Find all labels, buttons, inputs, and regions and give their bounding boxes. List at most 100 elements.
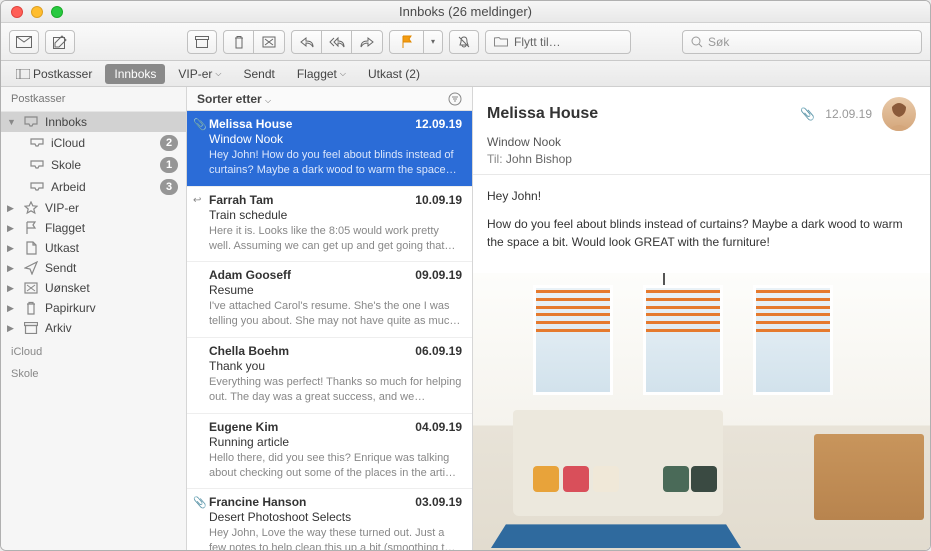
chevron-down-icon: ⌵ bbox=[340, 69, 346, 79]
message-list: 📎Melissa House12.09.19Window NookHey Joh… bbox=[187, 111, 472, 550]
sidebar-item-utkast[interactable]: ▶Utkast bbox=[1, 238, 186, 258]
move-to-label: Flytt til… bbox=[514, 35, 561, 49]
fav-flagged-label: Flagget bbox=[297, 67, 337, 81]
disclosure-triangle[interactable]: ▶ bbox=[7, 243, 17, 254]
message-item[interactable]: Adam Gooseff09.09.19ResumeI've attached … bbox=[187, 262, 472, 338]
sidebar-account-skole[interactable]: Skole bbox=[1, 360, 186, 382]
filter-icon[interactable] bbox=[448, 92, 462, 106]
move-to-dropdown[interactable]: Flytt til… bbox=[485, 30, 631, 54]
archive-icon bbox=[23, 322, 39, 334]
message-date: 12.09.19 bbox=[415, 117, 462, 131]
reply-icon bbox=[300, 36, 314, 48]
message-item[interactable]: 📎Melissa House12.09.19Window NookHey Joh… bbox=[187, 111, 472, 187]
sidebar-item-label: Skole bbox=[51, 158, 154, 172]
doc-icon bbox=[23, 241, 39, 255]
disclosure-triangle[interactable]: ▼ bbox=[7, 117, 17, 127]
attachment-icon: 📎 bbox=[800, 107, 815, 121]
sidebar-item-innboks[interactable]: ▼ Innboks bbox=[1, 112, 186, 132]
message-item[interactable]: ↩Farrah Tam10.09.19Train scheduleHere it… bbox=[187, 187, 472, 263]
preview-body: Hey John! How do you feel about blinds i… bbox=[473, 175, 930, 273]
sort-row[interactable]: Sorter etter ⌵ bbox=[187, 87, 472, 111]
preview-pane: Melissa House 📎 12.09.19 Window Nook Til… bbox=[473, 87, 930, 550]
sidebar-item-label: Arkiv bbox=[45, 321, 178, 335]
junk-button[interactable] bbox=[254, 31, 284, 53]
fav-inbox[interactable]: Innboks bbox=[105, 64, 165, 84]
search-placeholder: Søk bbox=[708, 35, 729, 49]
sender-avatar[interactable] bbox=[882, 97, 916, 131]
fav-flagged[interactable]: Flagget ⌵ bbox=[288, 64, 355, 84]
message-subject: Resume bbox=[209, 283, 462, 297]
flag-group: ▾ bbox=[389, 30, 443, 54]
reply-all-button[interactable] bbox=[322, 31, 352, 53]
fav-mailboxes[interactable]: Postkasser bbox=[7, 64, 101, 84]
fav-mailboxes-label: Postkasser bbox=[33, 67, 92, 81]
compose-button[interactable] bbox=[45, 30, 75, 54]
sidebar-item-arbeid[interactable]: Arbeid 3 bbox=[1, 176, 186, 198]
flag-button[interactable] bbox=[390, 31, 424, 53]
message-from: Chella Boehm bbox=[209, 344, 289, 358]
favorites-bar: Postkasser Innboks VIP-er ⌵ Sendt Flagge… bbox=[1, 61, 930, 87]
star-icon bbox=[23, 201, 39, 215]
envelope-icon bbox=[16, 36, 32, 48]
sidebar-item-sendt[interactable]: ▶Sendt bbox=[1, 258, 186, 278]
trash-icon bbox=[23, 301, 39, 315]
sidebar-item-vip-er[interactable]: ▶VIP-er bbox=[1, 198, 186, 218]
sidebar-item-label: Arbeid bbox=[51, 180, 154, 194]
message-item[interactable]: Eugene Kim04.09.19Running articleHello t… bbox=[187, 414, 472, 490]
fav-vip-label: VIP-er bbox=[178, 67, 212, 81]
mailboxes-icon bbox=[16, 69, 30, 79]
sidebar-item-label: Innboks bbox=[45, 115, 178, 129]
disclosure-triangle[interactable]: ▶ bbox=[7, 223, 17, 234]
disclosure-triangle[interactable]: ▶ bbox=[7, 323, 17, 334]
unread-badge: 2 bbox=[160, 135, 178, 151]
sidebar-account-icloud[interactable]: iCloud bbox=[1, 338, 186, 360]
preview-to: Til: John Bishop bbox=[487, 152, 916, 166]
message-subject: Train schedule bbox=[209, 208, 462, 222]
message-subject: Desert Photoshoot Selects bbox=[209, 510, 462, 524]
search-field[interactable]: Søk bbox=[682, 30, 922, 54]
flag-menu-button[interactable]: ▾ bbox=[424, 31, 442, 53]
delete-button[interactable] bbox=[224, 31, 254, 53]
fav-drafts[interactable]: Utkast (2) bbox=[359, 64, 429, 84]
reply-button[interactable] bbox=[292, 31, 322, 53]
body-para-1: Hey John! bbox=[487, 187, 916, 205]
flag-icon bbox=[401, 35, 413, 49]
message-date: 04.09.19 bbox=[415, 420, 462, 434]
attachment-icon: 📎 bbox=[193, 118, 207, 131]
sidebar-item-arkiv[interactable]: ▶ Arkiv bbox=[1, 318, 186, 338]
sidebar-item-uønsket[interactable]: ▶Uønsket bbox=[1, 278, 186, 298]
fav-vip[interactable]: VIP-er ⌵ bbox=[169, 64, 230, 84]
unread-badge: 3 bbox=[160, 179, 178, 195]
archive-button[interactable] bbox=[187, 30, 217, 54]
message-item[interactable]: Chella Boehm06.09.19Thank youEverything … bbox=[187, 338, 472, 414]
plane-icon bbox=[23, 261, 39, 275]
message-subject: Running article bbox=[209, 435, 462, 449]
sidebar-list: ▼InnboksiCloud2Skole1Arbeid3▶VIP-er▶Flag… bbox=[1, 112, 186, 550]
get-mail-button[interactable] bbox=[9, 30, 39, 54]
sidebar-item-icloud[interactable]: iCloud 2 bbox=[1, 132, 186, 154]
disclosure-triangle[interactable]: ▶ bbox=[7, 303, 17, 314]
message-preview: Hey John! How do you feel about blinds i… bbox=[209, 148, 462, 178]
message-subject: Thank you bbox=[209, 359, 462, 373]
sidebar-item-label: Flagget bbox=[45, 221, 178, 235]
fav-drafts-label: Utkast (2) bbox=[368, 67, 420, 81]
sidebar-item-label: iCloud bbox=[51, 136, 154, 150]
disclosure-triangle[interactable]: ▶ bbox=[7, 203, 17, 214]
preview-sender: Melissa House bbox=[487, 105, 790, 123]
sidebar-item-flagget[interactable]: ▶ Flagget bbox=[1, 218, 186, 238]
attachment-image[interactable] bbox=[473, 273, 930, 550]
mute-button[interactable] bbox=[449, 30, 479, 54]
message-item[interactable]: 📎Francine Hanson03.09.19Desert Photoshoo… bbox=[187, 489, 472, 550]
reply-group bbox=[291, 30, 383, 54]
sidebar: Postkasser ▼InnboksiCloud2Skole1Arbeid3▶… bbox=[1, 87, 187, 550]
sidebar-item-skole[interactable]: Skole1 bbox=[1, 154, 186, 176]
disclosure-triangle[interactable]: ▶ bbox=[7, 263, 17, 274]
forward-button[interactable] bbox=[352, 31, 382, 53]
delete-junk-group bbox=[223, 30, 285, 54]
main-area: Postkasser ▼InnboksiCloud2Skole1Arbeid3▶… bbox=[1, 87, 930, 550]
sidebar-item-papirkurv[interactable]: ▶Papirkurv bbox=[1, 298, 186, 318]
junk-icon bbox=[262, 36, 276, 48]
fav-sent[interactable]: Sendt bbox=[234, 64, 283, 84]
disclosure-triangle[interactable]: ▶ bbox=[7, 283, 17, 294]
preview-date: 12.09.19 bbox=[825, 107, 872, 121]
